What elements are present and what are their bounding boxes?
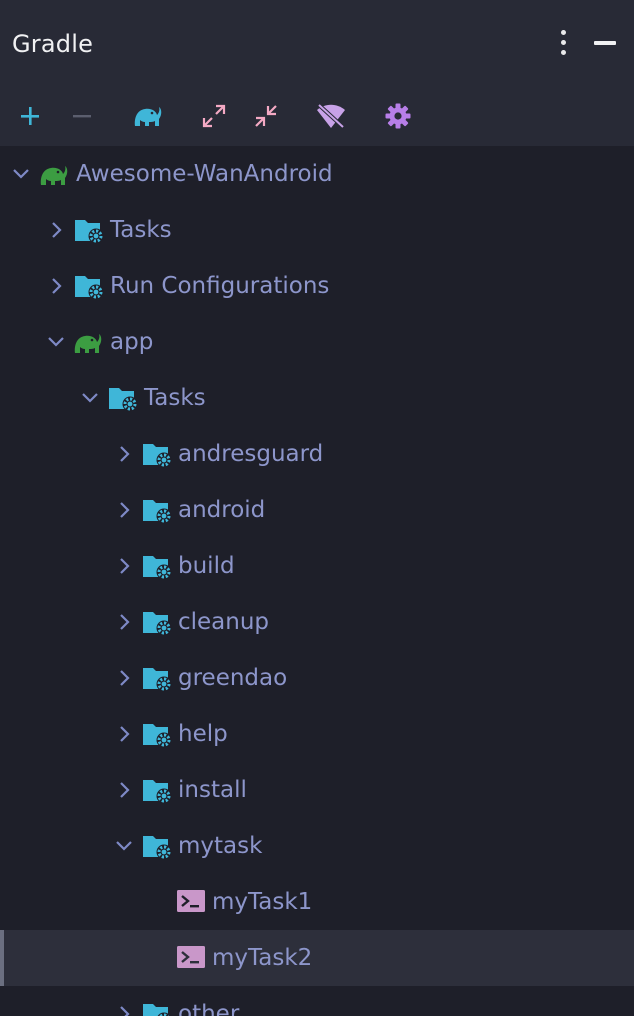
tree-item-label: myTask1	[212, 889, 313, 915]
task-folder-icon	[75, 276, 104, 300]
gradle-tool-window: Gradle Awesome-WanAndroid Tasks Run Conf…	[0, 0, 634, 1016]
tree-item-mytask1[interactable]: myTask1	[0, 874, 634, 930]
tree-item-label: Tasks	[144, 385, 206, 411]
chevron-right-icon[interactable]	[114, 612, 134, 632]
tool-window-header: Gradle	[0, 0, 634, 146]
minus-icon	[73, 115, 91, 118]
expand-icon	[202, 104, 226, 128]
task-folder-icon	[143, 724, 172, 748]
tree-item-mytask[interactable]: mytask	[0, 818, 634, 874]
tree-item-label: cleanup	[178, 609, 270, 635]
task-folder-icon	[143, 500, 172, 524]
terminal-task-icon	[177, 890, 205, 912]
tree-item-build[interactable]: build	[0, 538, 634, 594]
expand-all-button[interactable]	[198, 100, 230, 132]
gradle-toolbar	[0, 96, 634, 136]
task-folder-icon	[143, 444, 172, 468]
gradle-button[interactable]	[131, 100, 163, 132]
chevron-right-icon[interactable]	[114, 668, 134, 688]
gear-icon	[385, 103, 411, 129]
collapse-icon	[255, 105, 277, 127]
tree-item-cleanup[interactable]: cleanup	[0, 594, 634, 650]
gradle-elephant-icon	[134, 107, 162, 126]
collapse-all-button[interactable]	[250, 100, 282, 132]
tool-window-title: Gradle	[12, 30, 94, 58]
plus-icon	[21, 107, 39, 125]
minimize-icon[interactable]	[594, 30, 616, 56]
task-folder-icon	[143, 780, 172, 804]
task-folder-icon	[75, 220, 104, 244]
tree-item-app-tasks[interactable]: Tasks	[0, 370, 634, 426]
tree-item-label: mytask	[178, 833, 263, 859]
tree-item-label: build	[178, 553, 235, 579]
tree-item-label: other	[178, 1001, 240, 1016]
task-folder-icon	[143, 1004, 171, 1016]
header-actions	[560, 30, 616, 56]
task-folder-icon	[109, 388, 138, 412]
add-button[interactable]	[14, 100, 46, 132]
tree-item-label: greendao	[178, 665, 288, 691]
tree-item-label: myTask2	[212, 945, 313, 971]
tree-item-help[interactable]: help	[0, 706, 634, 762]
tree-item-label: Run Configurations	[110, 273, 330, 299]
tree-item-label: android	[178, 497, 266, 523]
gradle-project-icon	[40, 166, 68, 185]
tree-item-mytask2[interactable]: myTask2	[0, 930, 634, 986]
chevron-right-icon[interactable]	[46, 220, 66, 240]
tree-item-label: help	[178, 721, 228, 747]
terminal-task-icon	[177, 946, 205, 968]
chevron-right-icon[interactable]	[114, 556, 134, 576]
task-folder-icon	[143, 612, 172, 636]
chevron-down-icon[interactable]	[114, 836, 134, 856]
tree-item-install[interactable]: install	[0, 762, 634, 818]
settings-button[interactable]	[382, 100, 414, 132]
tree-item-label: app	[110, 329, 154, 355]
tree-item-android[interactable]: android	[0, 482, 634, 538]
wifi-off-icon	[317, 103, 345, 129]
tree-item-run-configurations[interactable]: Run Configurations	[0, 258, 634, 314]
task-folder-icon	[143, 668, 172, 692]
gradle-project-tree: Awesome-WanAndroid Tasks Run Configurati…	[0, 146, 634, 1016]
kebab-menu-icon[interactable]	[560, 30, 566, 56]
tree-item-label: install	[178, 777, 247, 803]
tree-item-app[interactable]: app	[0, 314, 634, 370]
tree-item-andresguard[interactable]: andresguard	[0, 426, 634, 482]
offline-mode-button[interactable]	[315, 100, 347, 132]
tree-item-awesome-wanandroid[interactable]: Awesome-WanAndroid	[0, 146, 634, 202]
tree-item-label: Tasks	[110, 217, 172, 243]
chevron-right-icon[interactable]	[114, 444, 134, 464]
chevron-right-icon[interactable]	[114, 780, 134, 800]
chevron-down-icon[interactable]	[11, 164, 31, 184]
task-folder-icon	[143, 556, 172, 580]
tree-item-other[interactable]: other	[0, 986, 634, 1016]
gradle-project-icon	[74, 334, 102, 353]
remove-button[interactable]	[66, 100, 98, 132]
chevron-right-icon[interactable]	[114, 724, 134, 744]
task-folder-icon	[143, 836, 172, 860]
chevron-down-icon[interactable]	[46, 332, 66, 352]
tree-item-label: Awesome-WanAndroid	[76, 161, 333, 187]
tree-item-tasks[interactable]: Tasks	[0, 202, 634, 258]
chevron-right-icon[interactable]	[46, 276, 66, 296]
tree-item-greendao[interactable]: greendao	[0, 650, 634, 706]
chevron-right-icon[interactable]	[114, 500, 134, 520]
chevron-down-icon[interactable]	[80, 388, 100, 408]
tree-item-label: andresguard	[178, 441, 324, 467]
chevron-right-icon[interactable]	[114, 1004, 134, 1016]
